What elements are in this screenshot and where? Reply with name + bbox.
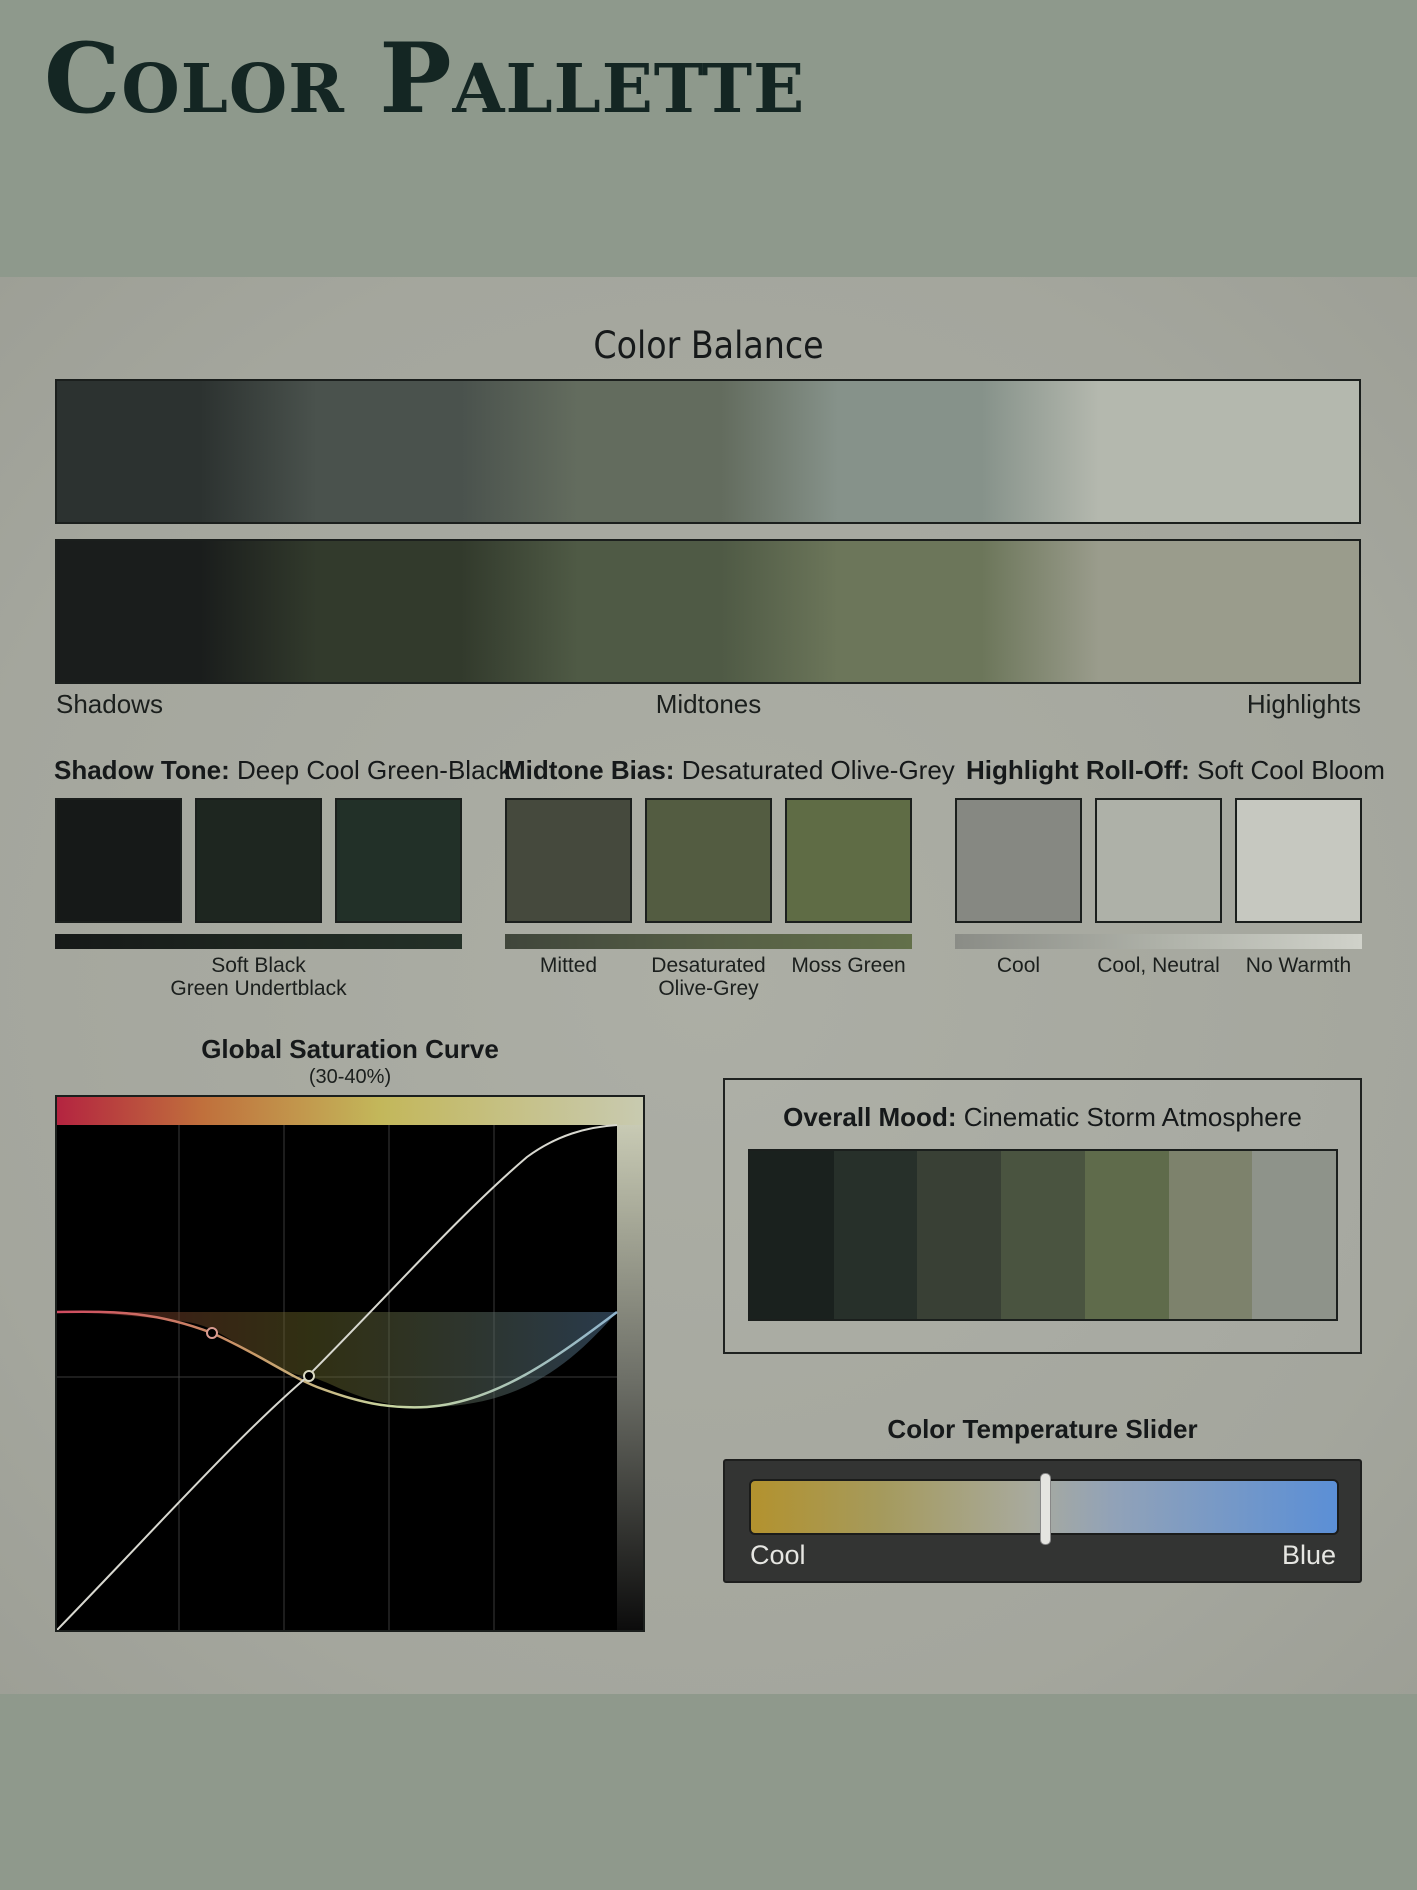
highlight-swatch [1095, 798, 1222, 923]
balance-swatch [317, 381, 578, 522]
midtone-gradient-strip [505, 934, 912, 949]
highlight-swatch [1235, 798, 1362, 923]
footer-band [0, 1694, 1417, 1890]
mood-swatch [917, 1151, 1002, 1319]
temperature-left-label: Cool [750, 1540, 806, 1570]
mood-swatch [1168, 1151, 1253, 1319]
shadow-swatch [55, 798, 182, 923]
shadow-tone-heading: Shadow Tone: Deep Cool Green-Black [54, 755, 512, 786]
mood-swatch [1252, 1151, 1337, 1319]
highlight-swatch [955, 798, 1082, 923]
midtone-caption: Desaturated Olive-Grey [651, 954, 766, 1000]
shadow-caption: Soft Black Green Undertblack [170, 954, 347, 1000]
balance-swatch [57, 381, 318, 522]
mood-swatch [750, 1151, 834, 1319]
shadow-tone-value: Deep Cool Green-Black [236, 755, 512, 785]
temperature-right-label: Blue [1281, 1540, 1336, 1570]
shadow-swatch [335, 798, 462, 923]
highlight-rolloff-label: Highlight Roll-Off: [966, 755, 1190, 785]
overall-mood-value: Cinematic Storm Atmosphere [963, 1102, 1302, 1132]
balance-swatch [577, 381, 839, 522]
saturation-curve-title: Global Saturation Curve [201, 1034, 499, 1064]
highlight-caption: Cool [996, 954, 1041, 977]
color-balance-row-1 [55, 379, 1361, 524]
highlight-caption: Cool, Neutral [1097, 954, 1220, 977]
midtone-swatch [645, 798, 772, 923]
balance-swatch [317, 541, 578, 682]
midtone-bias-value: Desaturated Olive-Grey [681, 755, 955, 785]
saturation-curve-svg [57, 1097, 643, 1630]
color-balance-title: Color Balance [593, 324, 824, 367]
shadow-swatch [195, 798, 322, 923]
overall-mood-label: Overall Mood: [783, 1102, 957, 1132]
midtone-caption: Moss Green [791, 954, 906, 977]
midtone-caption: Mitted [539, 954, 598, 977]
color-balance-row-2 [55, 539, 1361, 684]
balance-swatch [1098, 381, 1360, 522]
midtones-label: Midtones [655, 689, 762, 719]
highlights-label: Highlights [1246, 689, 1361, 719]
curve-point-2 [303, 1370, 315, 1382]
overall-mood-heading: Overall Mood: Cinematic Storm Atmosphere [725, 1102, 1360, 1133]
midtone-swatch [505, 798, 632, 923]
hue-gradient-bar [57, 1097, 643, 1125]
midtone-bias-heading: Midtone Bias: Desaturated Olive-Grey [504, 755, 955, 786]
mood-swatch [1001, 1151, 1085, 1319]
saturation-curve-subtitle: (30-40%) [308, 1066, 392, 1088]
curve-point-1 [206, 1327, 218, 1339]
highlight-caption: No Warmth [1245, 954, 1352, 977]
midtone-swatch [785, 798, 912, 923]
balance-swatch [1098, 541, 1360, 682]
overall-mood-panel: Overall Mood: Cinematic Storm Atmosphere [723, 1078, 1362, 1354]
luma-gradient-bar [617, 1125, 643, 1630]
balance-swatch [838, 381, 1099, 522]
temperature-slider-handle[interactable] [1040, 1473, 1051, 1545]
midtone-bias-label: Midtone Bias: [504, 755, 675, 785]
temperature-slider-panel: Cool Blue [723, 1459, 1362, 1583]
shadow-tone-label: Shadow Tone: [54, 755, 230, 785]
balance-swatch [577, 541, 839, 682]
balance-swatch [57, 541, 318, 682]
highlight-rolloff-value: Soft Cool Bloom [1197, 755, 1385, 785]
saturation-curve-graph[interactable] [55, 1095, 645, 1632]
highlight-gradient-strip [955, 934, 1362, 949]
shadow-gradient-strip [55, 934, 462, 949]
page-title: Color Pallette [44, 22, 806, 135]
mood-swatch [833, 1151, 918, 1319]
mood-strip [748, 1149, 1338, 1321]
balance-swatch [838, 541, 1099, 682]
mood-swatch [1084, 1151, 1169, 1319]
highlight-rolloff-heading: Highlight Roll-Off: Soft Cool Bloom [966, 755, 1385, 786]
temperature-title: Color Temperature Slider [887, 1414, 1198, 1444]
